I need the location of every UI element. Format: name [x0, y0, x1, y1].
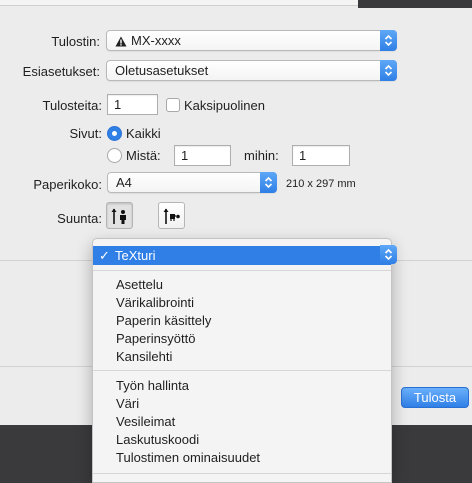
printer-popup[interactable]: MX-xxxx — [106, 30, 397, 51]
chevron-updown-icon — [380, 60, 397, 81]
pages-from-input[interactable]: 1 — [174, 145, 231, 166]
pages-to-value: 1 — [299, 148, 307, 163]
chevron-updown-icon — [380, 245, 397, 264]
copies-input[interactable]: 1 — [107, 94, 158, 115]
menu-item-selected[interactable]: ✓ TeXturi — [93, 246, 391, 265]
menu-item[interactable]: Laskutuskoodi — [116, 432, 199, 447]
copies-label: Tulosteita: — [42, 98, 103, 113]
printer-value: MX-xxxx — [131, 33, 181, 48]
menu-item[interactable]: Vesileimat — [116, 414, 175, 429]
two-sided-checkbox[interactable] — [166, 98, 180, 112]
printer-label: Tulostin: — [51, 34, 100, 49]
chevron-updown-icon — [380, 30, 397, 51]
menu-item[interactable]: Asettelu — [116, 277, 163, 292]
pages-from-value: 1 — [181, 148, 189, 163]
dialog-top-strip — [0, 0, 358, 6]
menu-item[interactable]: Kansilehti — [116, 349, 172, 364]
panel-menu: ✓ TeXturi Asettelu Värikalibrointi Paper… — [92, 238, 392, 483]
pages-from-label: Mistä: — [126, 148, 161, 163]
pages-label: Sivut: — [69, 126, 102, 141]
menu-separator — [93, 370, 391, 371]
two-sided-label: Kaksipuolinen — [184, 98, 265, 113]
checkmark-icon: ✓ — [99, 248, 110, 263]
paper-size-popup[interactable]: A4 — [107, 172, 277, 193]
paper-dimensions: 210 x 297 mm — [286, 178, 356, 190]
paper-size-value: A4 — [116, 175, 132, 190]
portrait-button[interactable] — [106, 202, 133, 229]
warning-icon — [115, 35, 127, 50]
menu-item[interactable]: Väri — [116, 396, 139, 411]
chevron-updown-icon — [260, 172, 277, 193]
presets-label: Esiasetukset: — [22, 64, 100, 79]
pages-all-radio[interactable] — [107, 126, 122, 141]
menu-item[interactable]: Tulostimen ominaisuudet — [116, 450, 260, 465]
pages-to-label: mihin: — [244, 148, 279, 163]
menu-item-label: TeXturi — [115, 248, 156, 263]
paper-size-label: Paperikoko: — [33, 177, 102, 192]
pages-all-label: Kaikki — [126, 126, 161, 141]
menu-item[interactable]: Paperin käsittely — [116, 313, 211, 328]
presets-popup[interactable]: Oletusasetukset — [106, 60, 397, 81]
landscape-button[interactable] — [158, 202, 185, 229]
menu-item[interactable]: Värikalibrointi — [116, 295, 194, 310]
print-button[interactable]: Tulosta — [401, 387, 469, 408]
orientation-label: Suunta: — [57, 211, 102, 226]
menu-item[interactable]: Työn hallinta — [116, 378, 189, 393]
menu-item[interactable]: Paperinsyöttö — [116, 331, 196, 346]
menu-separator — [93, 270, 391, 271]
menu-separator — [93, 473, 391, 474]
backdrop-top — [358, 0, 472, 8]
pages-to-input[interactable]: 1 — [292, 145, 350, 166]
presets-value: Oletusasetukset — [115, 63, 209, 78]
copies-value: 1 — [114, 97, 122, 112]
pages-from-radio[interactable] — [107, 148, 122, 163]
